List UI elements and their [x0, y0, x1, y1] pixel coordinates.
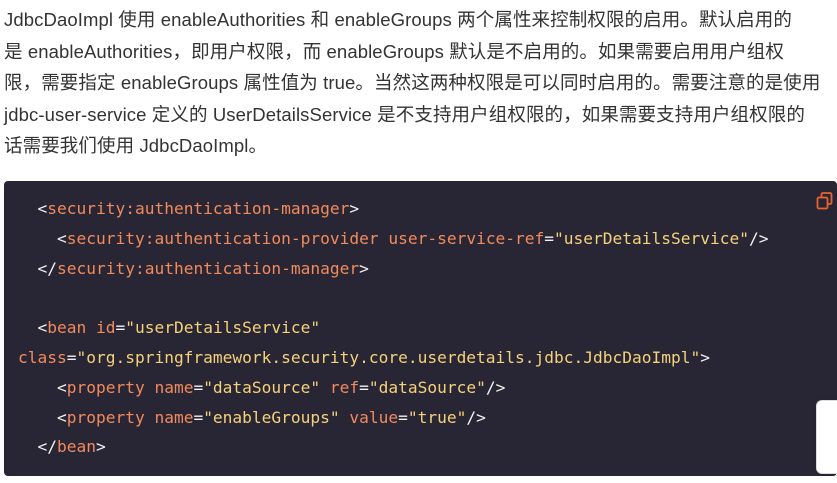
paragraph-line: 是 enableAuthorities，即用户权限，而 enableGroups…	[4, 40, 785, 62]
code-punctuation	[145, 408, 155, 427]
code-string: "true"	[407, 407, 467, 427]
paragraph-line: JdbcDaoImpl 使用 enableAuthorities 和 enabl…	[4, 9, 792, 30]
paragraph-line: 话需要我们使用 JdbcDaoImpl。	[4, 135, 268, 156]
code-punctuation: <	[56, 228, 67, 248]
code-tag: bean	[57, 437, 96, 457]
code-line: <security:authentication-manager>	[18, 194, 768, 224]
code-punctuation: =	[544, 228, 555, 248]
code-line: <property name="enableGroups" value="tru…	[18, 403, 768, 433]
code-attribute: name	[154, 377, 194, 397]
code-punctuation: />	[748, 228, 769, 248]
code-punctuation	[340, 408, 350, 427]
code-line: <property name="dataSource" ref="dataSou…	[18, 373, 768, 403]
code-line: </security:authentication-manager>	[18, 254, 768, 284]
code-punctuation: <	[56, 407, 67, 427]
code-tag: bean	[47, 318, 87, 338]
code-string: "userDetailsService"	[554, 228, 749, 248]
code-punctuation	[379, 229, 389, 248]
code-punctuation: =	[398, 407, 408, 427]
code-punctuation: =	[359, 377, 369, 397]
code-punctuation: </	[37, 437, 58, 457]
code-attribute: user-service-ref	[388, 228, 545, 248]
code-punctuation: >	[700, 347, 710, 367]
code-punctuation	[320, 378, 330, 397]
paragraph-line: jdbc-user-service 定义的 UserDetailsService…	[4, 103, 805, 125]
code-content: <security:authentication-manager> <secur…	[18, 194, 768, 462]
code-string: "enableGroups"	[203, 407, 340, 427]
code-attribute: name	[154, 407, 194, 427]
code-punctuation: <	[37, 199, 48, 218]
copy-button[interactable]	[815, 191, 835, 211]
code-attribute: class	[18, 347, 67, 367]
code-line: </bean>	[18, 432, 768, 462]
code-string: "dataSource"	[203, 377, 321, 397]
code-punctuation: =	[193, 407, 204, 427]
code-punctuation: >	[95, 437, 106, 457]
code-string: "userDetailsService"	[125, 318, 321, 338]
code-tag: property	[66, 377, 145, 397]
code-string: "dataSource"	[368, 377, 486, 397]
code-punctuation: =	[115, 318, 126, 338]
code-tag: security:authentication-manager	[57, 258, 360, 278]
article-paragraph: JdbcDaoImpl 使用 enableAuthorities 和 enabl…	[4, 4, 834, 162]
code-punctuation	[145, 378, 155, 397]
floating-side-button[interactable]	[816, 400, 837, 474]
code-punctuation: =	[193, 377, 204, 397]
paragraph-line: 限，需要指定 enableGroups 属性值为 true。当然这两种权限是可以…	[4, 72, 821, 93]
code-punctuation: />	[466, 407, 486, 427]
code-punctuation	[86, 318, 96, 337]
code-punctuation: />	[485, 377, 506, 397]
code-line: <bean id="userDetailsService"	[18, 313, 768, 343]
code-punctuation: >	[359, 258, 369, 278]
code-line: class="org.springframework.security.core…	[18, 343, 768, 373]
code-string: "org.springframework.security.core.userd…	[76, 347, 701, 367]
code-punctuation: >	[349, 199, 360, 218]
code-attribute: value	[349, 407, 399, 427]
code-tag: property	[66, 407, 145, 427]
code-tag: security:authentication-provider	[66, 228, 379, 248]
code-attribute: ref	[329, 377, 360, 397]
code-punctuation: <	[37, 318, 48, 338]
code-block: <security:authentication-manager> <secur…	[4, 181, 837, 476]
code-tag: security:authentication-manager	[47, 199, 350, 218]
code-attribute: id	[95, 318, 116, 338]
code-punctuation: </	[37, 258, 58, 278]
code-line: <security:authentication-provider user-s…	[18, 224, 768, 254]
copy-icon	[816, 192, 833, 210]
code-punctuation: <	[56, 377, 67, 397]
